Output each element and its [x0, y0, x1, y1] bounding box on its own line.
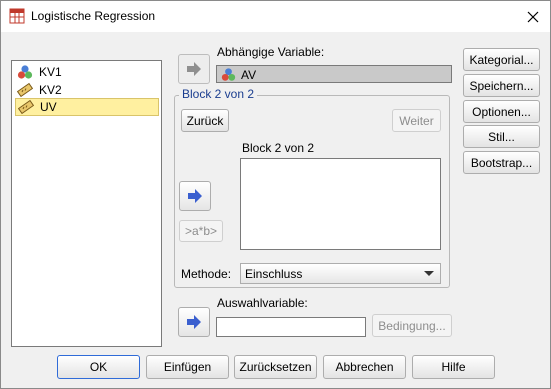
variable-list[interactable]: KV1 KV2 UV [11, 60, 162, 347]
interaction-button[interactable]: >a*b> [179, 220, 223, 242]
help-button[interactable]: Hilfe [412, 355, 495, 379]
move-dependent-button[interactable] [178, 54, 210, 84]
close-button[interactable] [516, 1, 550, 32]
arrow-right-icon [188, 189, 202, 203]
back-button[interactable]: Zurück [181, 109, 229, 132]
block-inner-label: Block 2 von 2 [242, 141, 315, 155]
selection-field[interactable] [216, 317, 366, 337]
method-value: Einschluss [245, 267, 303, 281]
variable-label: KV1 [39, 65, 62, 79]
list-item[interactable]: KV2 [15, 81, 159, 99]
bootstrap-button[interactable]: Bootstrap... [463, 151, 540, 174]
nominal-variable-icon [17, 65, 33, 79]
bootstrap-button-label: Bootstrap... [470, 155, 533, 170]
variable-label: UV [40, 100, 57, 114]
dependent-value: AV [241, 68, 257, 82]
ok-button[interactable]: OK [57, 355, 140, 379]
style-button[interactable]: Stil... [463, 125, 540, 148]
options-button[interactable]: Optionen... [463, 100, 540, 123]
condition-button-label: Bedingung... [378, 318, 446, 333]
logistic-regression-dialog: Logistische Regression KV1 KV2 UV Abhäng… [0, 0, 551, 389]
block-legend: Block 2 von 2 [179, 87, 258, 101]
help-button-label: Hilfe [441, 360, 466, 374]
move-block-button[interactable] [179, 181, 211, 211]
ok-button-label: OK [89, 360, 108, 374]
cancel-button[interactable]: Abbrechen [323, 355, 406, 379]
spss-app-icon [9, 8, 25, 24]
variable-label: KV2 [39, 83, 62, 97]
selection-label: Auswahlvariable: [217, 296, 308, 310]
method-select[interactable]: Einschluss [240, 263, 441, 284]
method-label: Methode: [181, 267, 232, 281]
list-item-selected[interactable]: UV [15, 98, 159, 116]
scale-variable-icon [18, 99, 34, 115]
categorical-button-label: Kategorial... [469, 52, 534, 67]
save-button-label: Speichern... [469, 78, 534, 93]
paste-button[interactable]: Einfügen [146, 355, 229, 379]
window-title: Logistische Regression [31, 9, 156, 23]
block-variables-list[interactable] [240, 158, 441, 250]
reset-button[interactable]: Zurücksetzen [234, 355, 317, 379]
cancel-button-label: Abbrechen [335, 360, 394, 374]
list-item[interactable]: KV1 [15, 63, 159, 81]
title-bar: Logistische Regression [1, 1, 550, 32]
arrow-right-icon [187, 62, 201, 76]
close-icon [527, 11, 539, 22]
dependent-field[interactable]: AV [216, 65, 452, 83]
nominal-variable-icon [221, 68, 236, 81]
arrow-right-icon [187, 315, 201, 329]
options-button-label: Optionen... [472, 104, 531, 119]
next-button[interactable]: Weiter [392, 109, 441, 132]
save-button[interactable]: Speichern... [463, 74, 540, 97]
dependent-label: Abhängige Variable: [217, 45, 325, 59]
condition-button[interactable]: Bedingung... [372, 314, 452, 337]
scale-variable-icon [17, 82, 33, 98]
chevron-down-icon [424, 271, 434, 276]
back-button-label: Zurück [186, 113, 224, 128]
next-button-label: Weiter [399, 113, 434, 128]
move-selection-button[interactable] [178, 307, 210, 337]
paste-button-label: Einfügen [163, 360, 212, 374]
interaction-button-label: >a*b> [184, 224, 218, 238]
categorical-button[interactable]: Kategorial... [463, 48, 540, 71]
style-button-label: Stil... [488, 129, 515, 144]
reset-button-label: Zurücksetzen [239, 360, 312, 374]
